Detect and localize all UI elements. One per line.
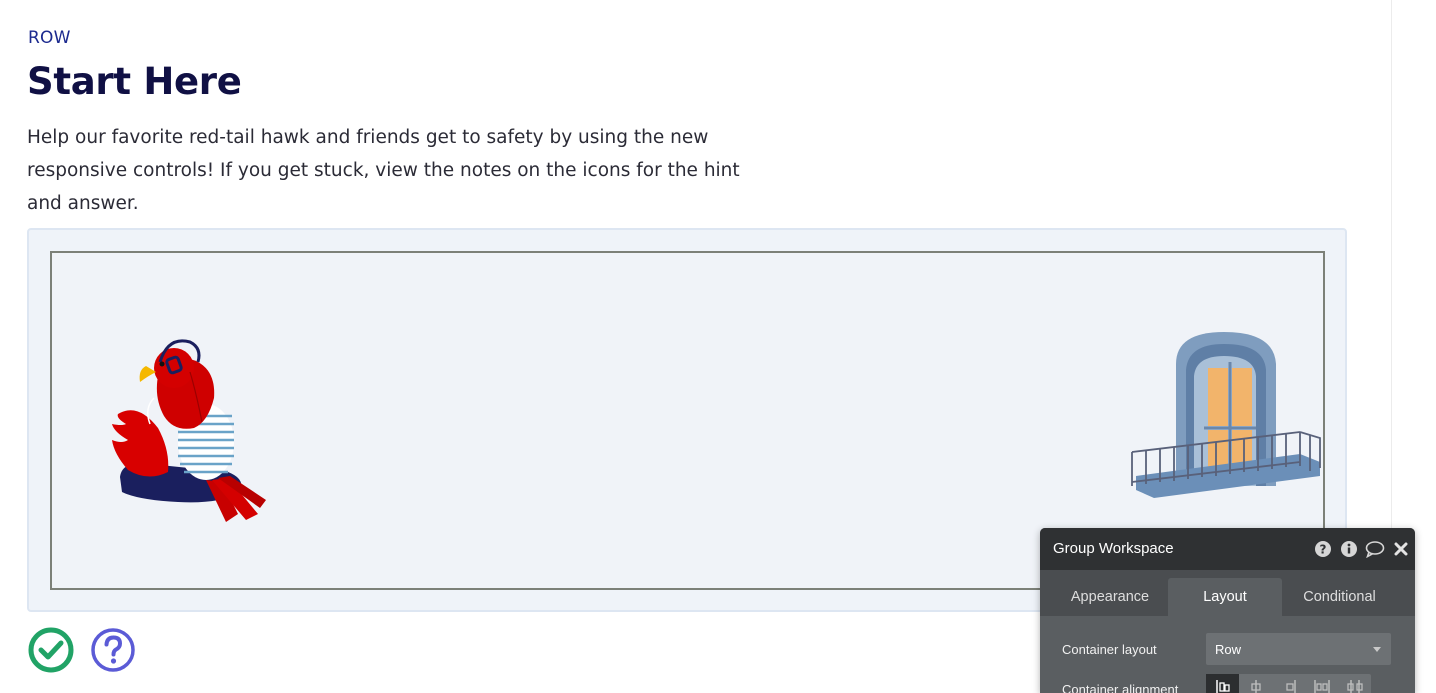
comment-icon[interactable] bbox=[1365, 539, 1385, 559]
page-title: Start Here bbox=[27, 60, 242, 103]
align-space-around-icon[interactable] bbox=[1338, 674, 1371, 693]
question-circle-icon[interactable] bbox=[90, 627, 136, 673]
help-icon[interactable]: ? bbox=[1313, 539, 1333, 559]
close-icon[interactable] bbox=[1391, 539, 1411, 559]
tab-conditional[interactable]: Conditional bbox=[1282, 578, 1397, 616]
editor-tabs: Appearance Layout Conditional bbox=[1040, 578, 1415, 616]
align-left-icon[interactable] bbox=[1206, 674, 1239, 693]
chevron-down-icon bbox=[1373, 647, 1381, 652]
info-icon[interactable] bbox=[1339, 539, 1359, 559]
section-eyebrow: ROW bbox=[28, 28, 71, 48]
align-right-icon[interactable] bbox=[1272, 674, 1305, 693]
balcony-window-illustration[interactable] bbox=[1124, 326, 1324, 511]
container-layout-value: Row bbox=[1215, 642, 1242, 657]
tab-appearance[interactable]: Appearance bbox=[1052, 578, 1168, 616]
align-space-between-icon[interactable] bbox=[1305, 674, 1338, 693]
layout-tab-content: Container layout Row Container alignment bbox=[1040, 616, 1415, 693]
editor-header[interactable]: Group Workspace ? bbox=[1040, 528, 1415, 570]
container-layout-select[interactable]: Row bbox=[1206, 633, 1391, 665]
editor-title: Group Workspace bbox=[1053, 540, 1174, 557]
container-alignment-label: Container alignment bbox=[1062, 682, 1179, 693]
property-editor[interactable]: Group Workspace ? Appearance Layout Cond… bbox=[1040, 528, 1415, 693]
svg-text:?: ? bbox=[1320, 543, 1327, 557]
page-description: Help our favorite red-tail hawk and frie… bbox=[27, 127, 740, 214]
container-alignment-buttons bbox=[1206, 674, 1371, 693]
tab-layout[interactable]: Layout bbox=[1168, 578, 1282, 616]
align-center-icon[interactable] bbox=[1239, 674, 1272, 693]
red-tail-hawk-illustration[interactable] bbox=[98, 332, 278, 532]
container-layout-label: Container layout bbox=[1062, 642, 1157, 657]
check-circle-icon[interactable] bbox=[28, 627, 74, 673]
